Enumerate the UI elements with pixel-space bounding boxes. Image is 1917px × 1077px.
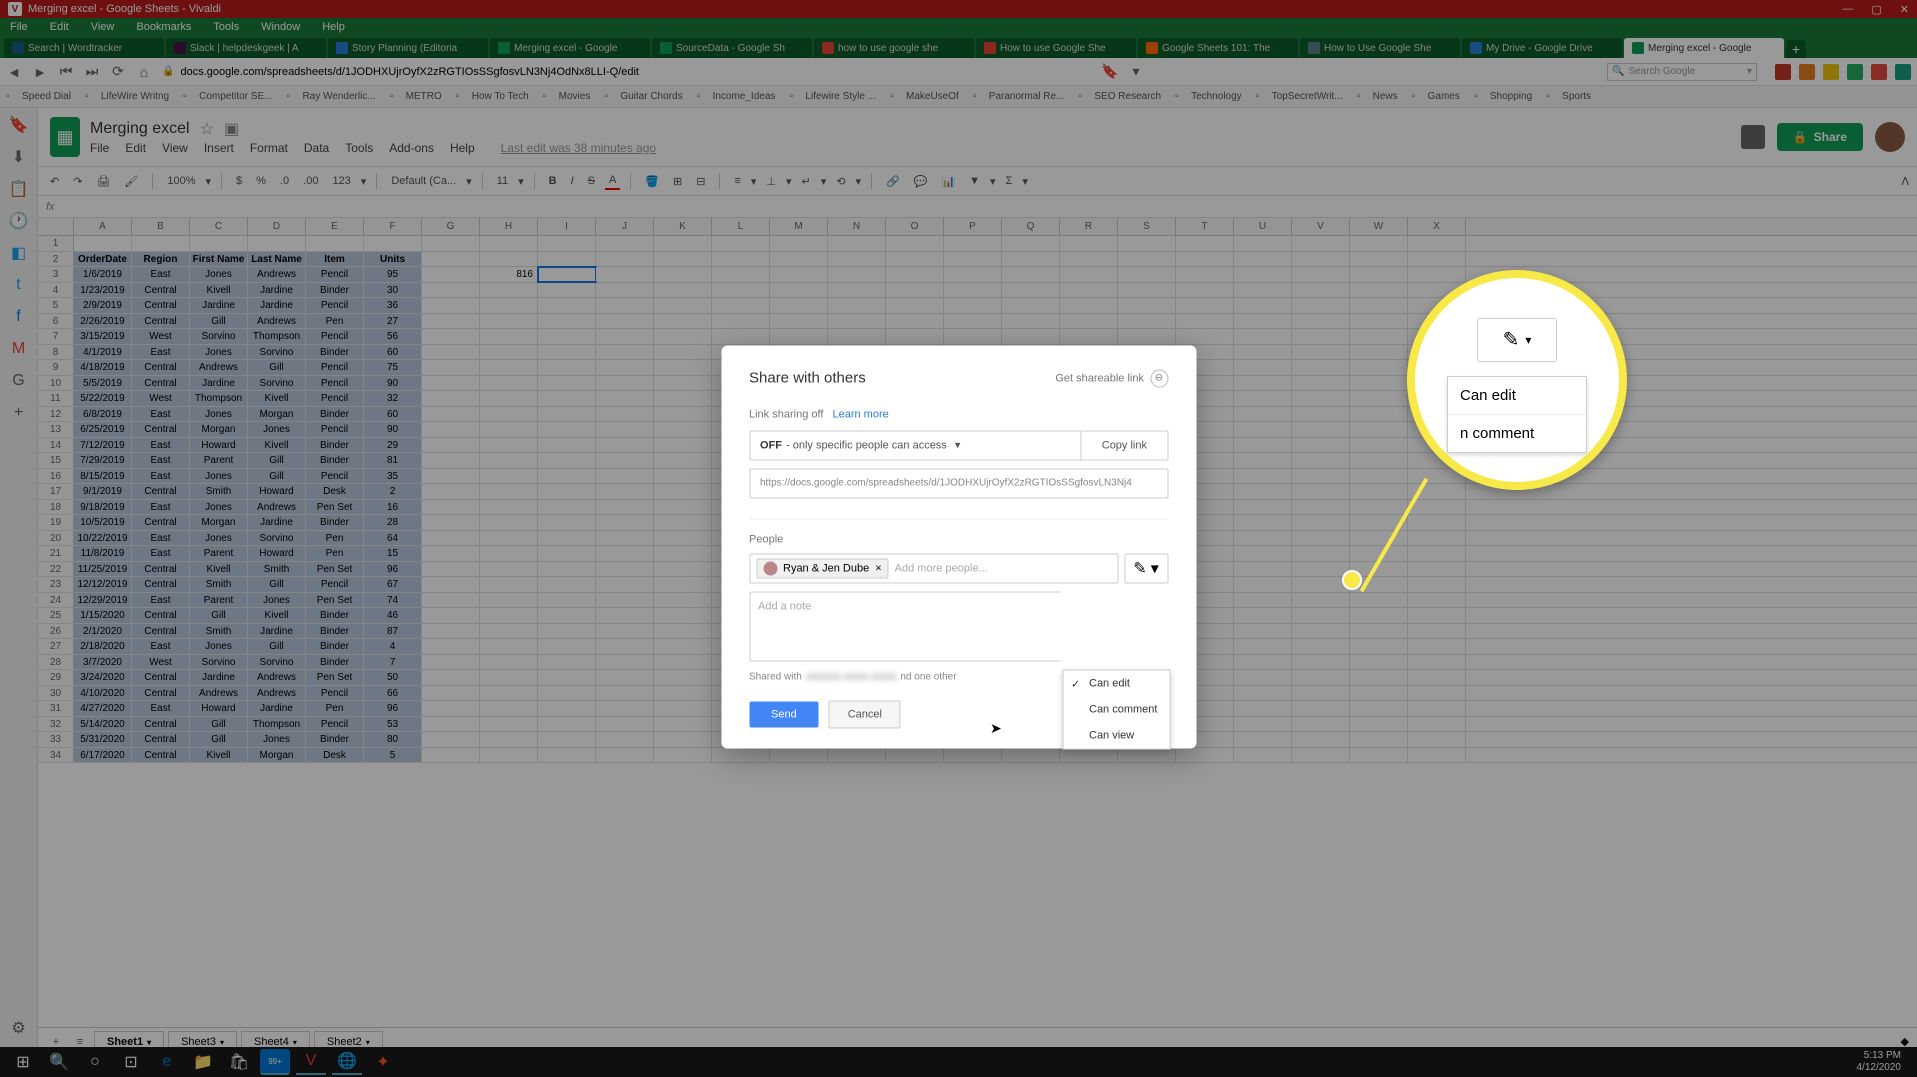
- magnified-can-edit: Can edit: [1448, 377, 1586, 415]
- shared-with-suffix: nd one other: [900, 671, 956, 682]
- chip-avatar-icon: [763, 561, 777, 575]
- perm-can-edit[interactable]: Can edit: [1063, 670, 1169, 696]
- access-off-label: OFF: [760, 439, 782, 451]
- cursor-icon: ➤: [990, 720, 1002, 737]
- link-sharing-status: Link sharing off: [749, 408, 823, 420]
- shared-with-label: Shared with: [749, 671, 802, 682]
- person-chip[interactable]: Ryan & Jen Dube ×: [756, 558, 889, 578]
- magnified-perm-button: ✎ ▾: [1477, 318, 1557, 362]
- perm-can-comment[interactable]: Can comment: [1063, 696, 1169, 722]
- shared-with-names: xxxxxxx xxxxx xxxxx: [806, 671, 897, 682]
- share-dialog: Share with others Get shareable link ⊖ L…: [721, 345, 1196, 748]
- people-label: People: [749, 533, 1168, 545]
- get-link-label: Get shareable link: [1055, 372, 1144, 384]
- people-input[interactable]: Ryan & Jen Dube × Add more people...: [749, 553, 1118, 583]
- link-access-dropdown[interactable]: OFF - only specific people can access ▾: [750, 439, 1081, 452]
- copy-link-button[interactable]: Copy link: [1081, 431, 1167, 459]
- note-textarea[interactable]: Add a note: [749, 591, 1060, 661]
- link-icon: ⊖: [1150, 369, 1168, 387]
- cancel-button[interactable]: Cancel: [829, 700, 901, 728]
- send-button[interactable]: Send: [749, 701, 819, 727]
- magnifier-callout: ✎ ▾ Can edit n comment: [1407, 270, 1627, 490]
- share-url-field[interactable]: https://docs.google.com/spreadsheets/d/1…: [749, 468, 1168, 498]
- learn-more-link[interactable]: Learn more: [832, 408, 888, 420]
- permission-dropdown-menu: Can edit Can comment Can view: [1062, 669, 1170, 749]
- chip-name: Ryan & Jen Dube: [783, 562, 869, 574]
- magnified-can-comment: n comment: [1448, 415, 1586, 452]
- callout-pointer: [1332, 480, 1432, 580]
- access-desc: - only specific people can access: [786, 439, 947, 451]
- chip-remove-icon[interactable]: ×: [875, 562, 881, 574]
- perm-can-view[interactable]: Can view: [1063, 722, 1169, 748]
- pencil-icon: ✎: [1503, 327, 1520, 352]
- pencil-icon: ✎: [1133, 558, 1146, 578]
- permission-dropdown-button[interactable]: ✎ ▾: [1124, 553, 1168, 583]
- get-shareable-link-button[interactable]: Get shareable link ⊖: [1055, 369, 1168, 387]
- add-more-placeholder: Add more people...: [895, 562, 988, 574]
